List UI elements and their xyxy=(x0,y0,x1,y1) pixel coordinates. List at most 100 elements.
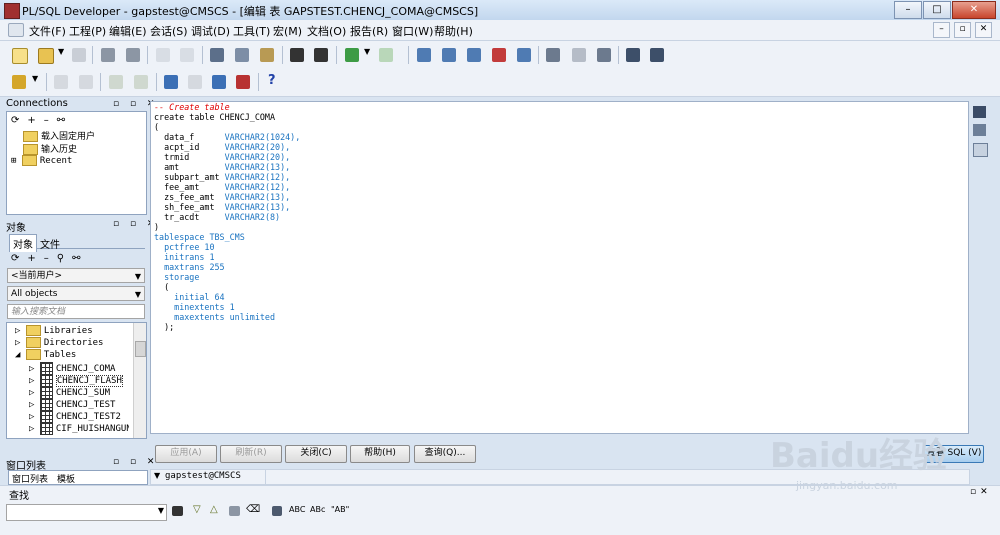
menu-macro[interactable]: 宏(M) xyxy=(273,23,302,39)
print-preview-icon[interactable] xyxy=(126,48,140,62)
window-title: PL/SQL Developer - gapstest@CMSCS - [编辑 … xyxy=(22,5,479,18)
menu-edit[interactable]: 编辑(E) xyxy=(109,23,147,39)
redo-icon[interactable] xyxy=(180,48,194,62)
new-icon[interactable] xyxy=(12,48,28,64)
undo-icon[interactable] xyxy=(156,48,170,62)
code-initial: initial 64 xyxy=(174,292,225,302)
commit-icon[interactable] xyxy=(109,75,123,89)
chevron-down-icon[interactable]: ▼ xyxy=(32,74,38,88)
scrollbar-thumb[interactable] xyxy=(135,341,146,357)
key-icon[interactable] xyxy=(12,75,26,89)
windows-icon[interactable] xyxy=(626,48,640,62)
wildcard-icon[interactable]: "AB" xyxy=(331,505,351,519)
execute-icon[interactable] xyxy=(345,48,359,62)
print-icon[interactable] xyxy=(101,48,115,62)
mdi-close-button[interactable]: ✕ xyxy=(975,22,992,38)
filter-select[interactable]: All objects ▼ xyxy=(7,286,145,301)
comment-icon[interactable] xyxy=(517,48,531,62)
uppercase-icon[interactable] xyxy=(467,48,481,62)
tile-icon[interactable] xyxy=(650,48,664,62)
menu-window[interactable]: 窗口(W) xyxy=(392,23,433,39)
find-title-buttons[interactable]: ▫✕ xyxy=(970,487,992,497)
import-icon[interactable] xyxy=(236,75,250,89)
tree-folder-tables[interactable]: ◢ Tables xyxy=(15,349,76,360)
cut-icon[interactable] xyxy=(210,48,224,62)
menu-file[interactable]: 文件(F) xyxy=(29,23,66,39)
save-icon[interactable] xyxy=(72,48,86,62)
tree-item[interactable]: 载入固定用户 xyxy=(23,129,95,142)
code-comment: -- Create table xyxy=(154,102,230,112)
save-icon[interactable] xyxy=(973,106,986,118)
find-icon[interactable] xyxy=(290,48,304,62)
code-area[interactable]: -- Create table create table CHENCJ_COMA… xyxy=(154,102,300,332)
explain-icon[interactable] xyxy=(572,48,586,62)
find-next-icon[interactable]: ▽ xyxy=(193,504,207,518)
folder-icon xyxy=(25,325,41,336)
gear-icon[interactable] xyxy=(54,75,68,89)
tree-item[interactable]: ⊞ Recent xyxy=(11,155,72,166)
tree-folder-libraries[interactable]: ▷ Libraries xyxy=(15,325,93,336)
break-icon[interactable] xyxy=(79,75,93,89)
objects-controls[interactable]: ⟳+–⚲⚯ xyxy=(11,253,88,264)
menu-help[interactable]: 帮助(H) xyxy=(434,23,473,39)
menu-session[interactable]: 会话(S) xyxy=(150,23,188,39)
user-select[interactable]: <当前用户> ▼ xyxy=(7,268,145,283)
indent-icon[interactable] xyxy=(417,48,431,62)
apply-button[interactable]: 应用(A) xyxy=(155,445,217,463)
tab-objects[interactable]: 对象 xyxy=(9,234,37,252)
search-input[interactable]: 输入搜索文档 xyxy=(7,304,145,319)
copy-icon[interactable] xyxy=(235,48,249,62)
tab-templates[interactable]: 模板 xyxy=(57,472,75,484)
chevron-down-icon[interactable]: ▼ xyxy=(154,471,160,480)
command-window-icon[interactable] xyxy=(188,75,202,89)
lowercase-icon[interactable] xyxy=(492,48,506,62)
chevron-down-icon[interactable]: ▼ xyxy=(58,47,64,61)
query-button[interactable]: 查询(Q)... xyxy=(414,445,476,463)
find-input[interactable]: ▼ xyxy=(6,504,167,521)
rollback-icon[interactable] xyxy=(134,75,148,89)
sql-editor[interactable]: -- Create table create table CHENCJ_COMA… xyxy=(150,101,969,434)
help-icon[interactable]: ? xyxy=(268,73,282,88)
menu-debug[interactable]: 调试(D) xyxy=(191,23,230,39)
minimize-button[interactable]: – xyxy=(894,1,922,19)
close-button[interactable]: 关闭(C) xyxy=(285,445,347,463)
table-row[interactable]: ▷ CIF_HUISHANGUNING xyxy=(29,422,129,435)
help-button[interactable]: 帮助(H) xyxy=(350,445,410,463)
mdi-minimize-button[interactable]: – xyxy=(933,22,950,38)
step-icon[interactable] xyxy=(379,48,393,62)
refresh-button[interactable]: 刷新(R) xyxy=(220,445,282,463)
open-icon[interactable] xyxy=(38,48,54,64)
regex-icon[interactable]: ABc xyxy=(310,505,330,519)
binoculars-icon[interactable] xyxy=(172,506,183,516)
menu-documents[interactable]: 文档(O) xyxy=(307,23,346,39)
copy-icon[interactable] xyxy=(973,124,986,136)
mdi-restore-button[interactable]: ▫ xyxy=(954,22,971,38)
tree-folder-directories[interactable]: ▷ Directories xyxy=(15,337,103,348)
chevron-down-icon[interactable]: ▼ xyxy=(364,47,370,61)
tree-item[interactable]: 输入历史 xyxy=(23,142,77,155)
chevron-down-icon[interactable]: ▼ xyxy=(158,506,164,515)
replace-icon[interactable] xyxy=(314,48,328,62)
tree-scrollbar[interactable] xyxy=(133,323,146,438)
folder-open-icon xyxy=(25,349,41,360)
highlight-icon[interactable] xyxy=(229,506,240,516)
menu-tools[interactable]: 工具(T) xyxy=(233,23,270,39)
view-icon[interactable] xyxy=(973,143,988,157)
sql-window-icon[interactable] xyxy=(164,75,178,89)
paste-icon[interactable] xyxy=(260,48,274,62)
query-builder-icon[interactable] xyxy=(597,48,611,62)
menu-reports[interactable]: 报告(R) xyxy=(350,23,388,39)
tab-files[interactable]: 文件 xyxy=(37,235,63,252)
find-previous-icon[interactable]: △ xyxy=(210,504,224,518)
tab-window-list[interactable]: 窗口列表 xyxy=(12,472,48,484)
maximize-button[interactable]: □ xyxy=(923,1,951,19)
case-sensitive-icon[interactable]: ABC xyxy=(289,505,309,519)
menu-project[interactable]: 工程(P) xyxy=(69,23,106,39)
export-icon[interactable] xyxy=(212,75,226,89)
close-window-button[interactable]: ✕ xyxy=(952,1,996,19)
describe-icon[interactable] xyxy=(546,48,560,62)
eraser-icon[interactable]: ⌫ xyxy=(246,504,260,518)
connections-controls[interactable]: ⟳+–⚯ xyxy=(11,115,73,126)
whole-word-icon[interactable] xyxy=(272,506,282,516)
unindent-icon[interactable] xyxy=(442,48,456,62)
